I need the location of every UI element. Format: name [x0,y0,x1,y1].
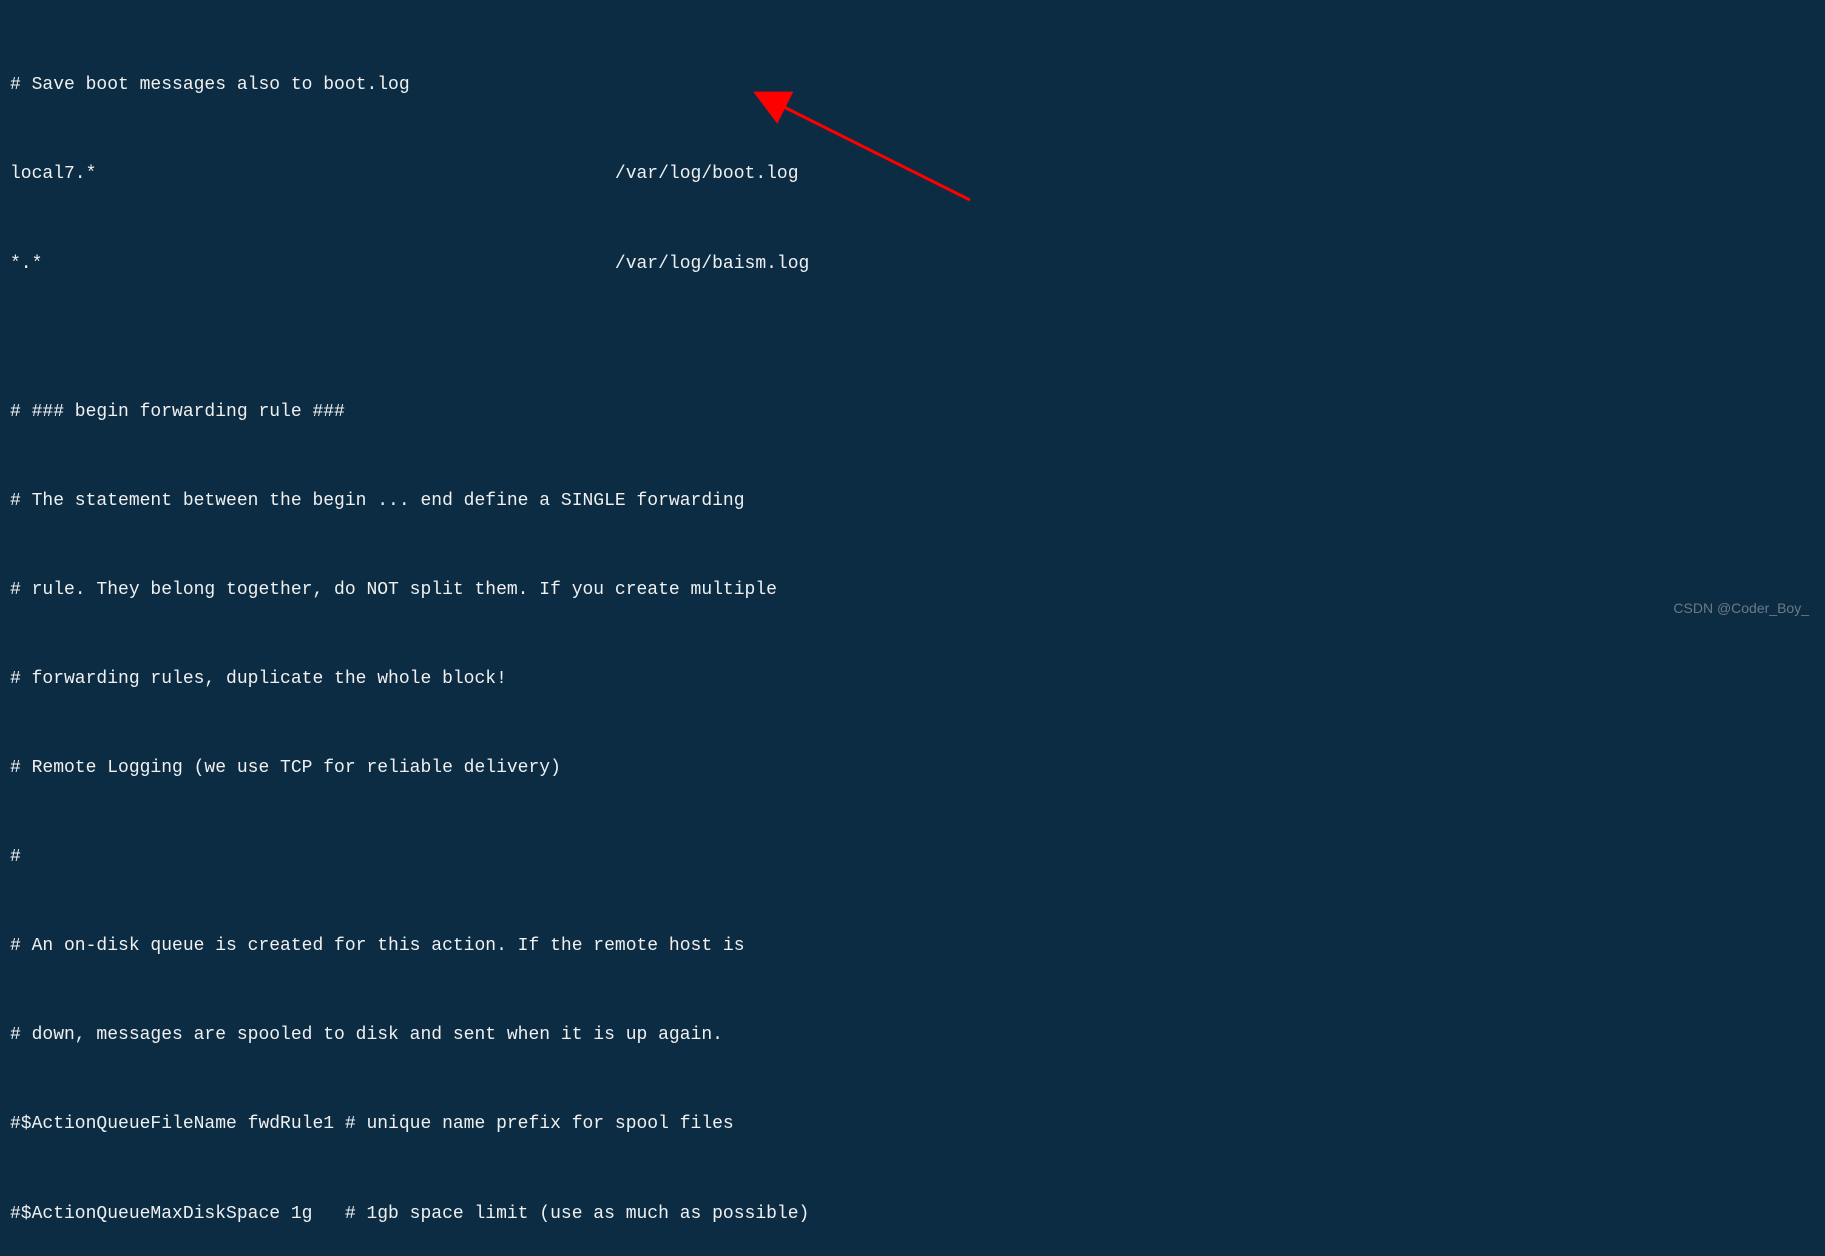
terminal-output: # Save boot messages also to boot.log lo… [10,12,1815,1256]
config-line: *.* /var/log/baism.log [10,250,1815,280]
config-line: # Remote Logging (we use TCP for reliabl… [10,754,1815,784]
config-line: #$ActionQueueFileName fwdRule1 # unique … [10,1110,1815,1140]
config-line: # rule. They belong together, do NOT spl… [10,576,1815,606]
config-line: # forwarding rules, duplicate the whole … [10,665,1815,695]
watermark-text: CSDN @Coder_Boy_ [1673,597,1809,620]
config-line: # The statement between the begin ... en… [10,487,1815,517]
config-line: # down, messages are spooled to disk and… [10,1021,1815,1051]
config-line: # Save boot messages also to boot.log [10,71,1815,101]
config-line: # ### begin forwarding rule ### [10,398,1815,428]
config-line: #$ActionQueueMaxDiskSpace 1g # 1gb space… [10,1200,1815,1230]
config-line: local7.* /var/log/boot.log [10,160,1815,190]
config-line: # An on-disk queue is created for this a… [10,932,1815,962]
config-line: # [10,843,1815,873]
